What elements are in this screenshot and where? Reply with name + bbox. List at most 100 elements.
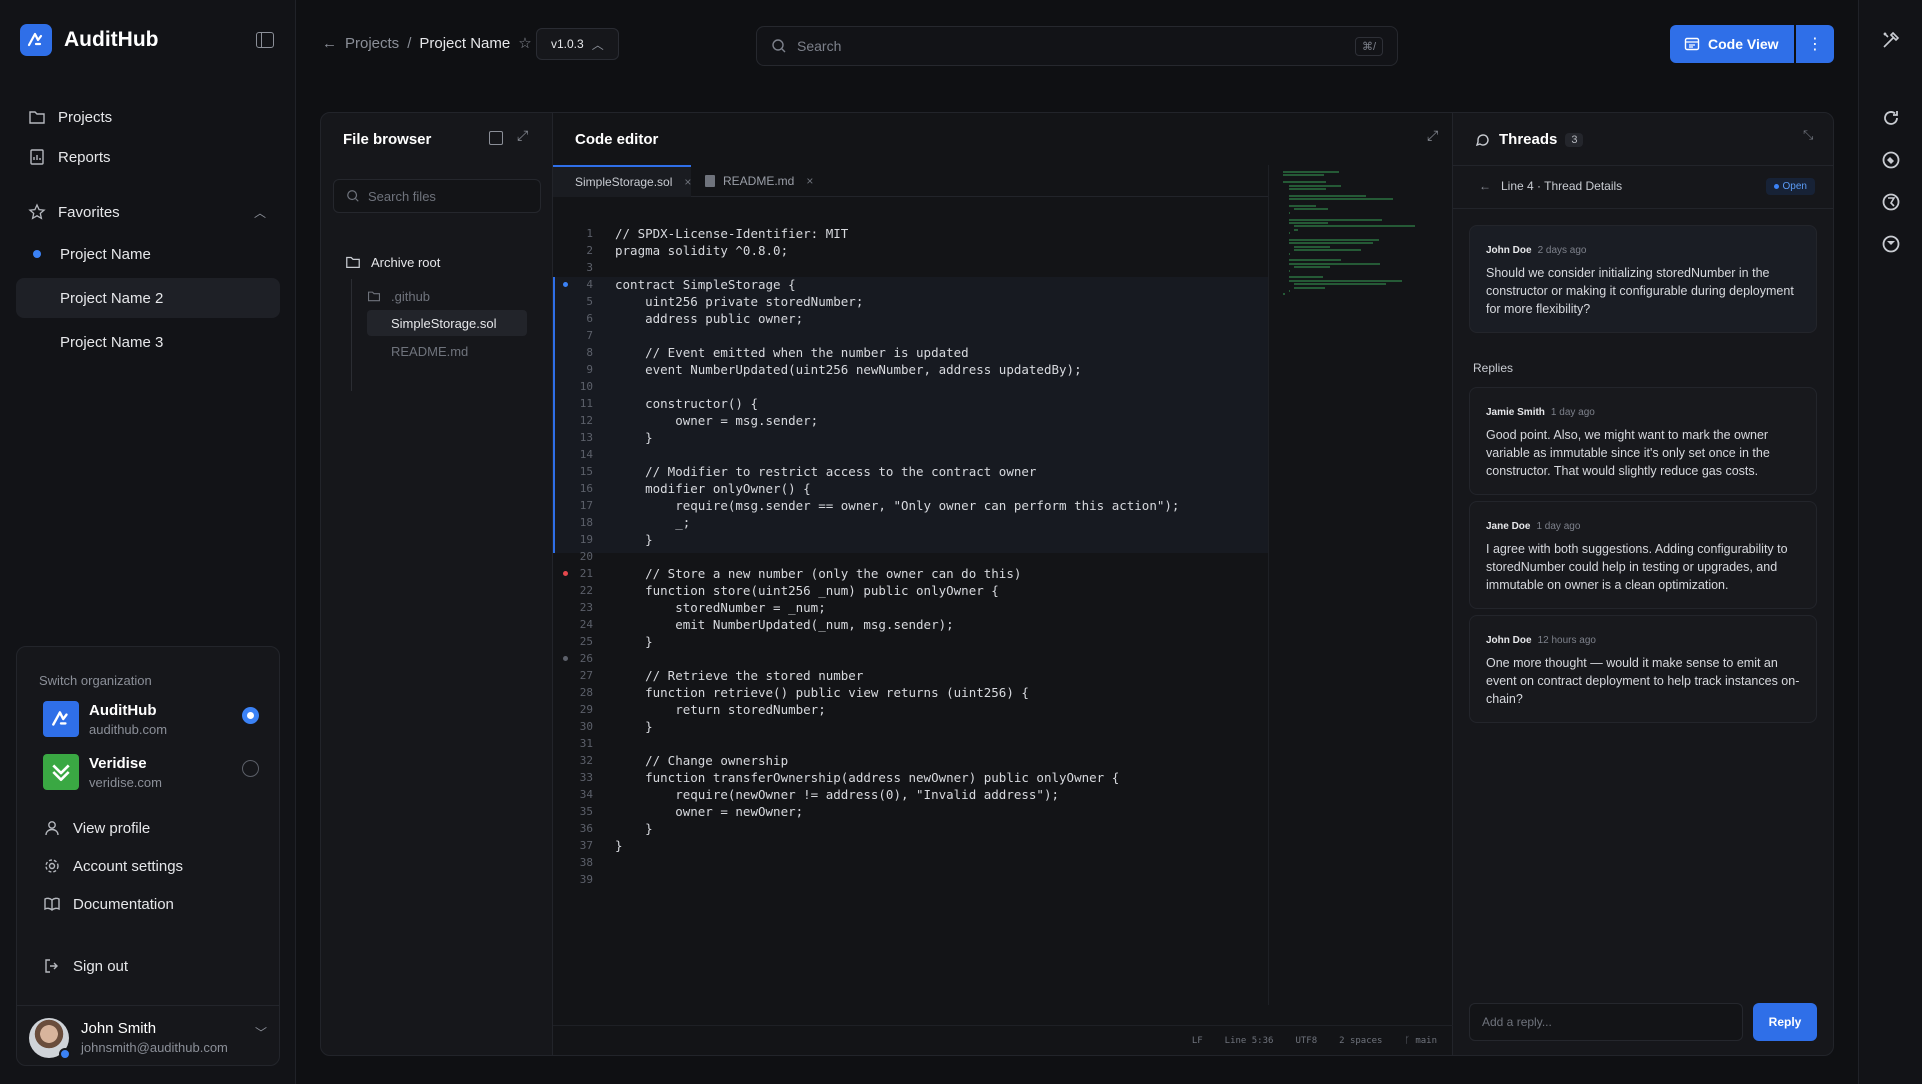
code-line[interactable]: 13 } xyxy=(553,429,1268,446)
message-time: 12 hours ago xyxy=(1537,635,1596,646)
code-line[interactable]: 20 xyxy=(553,548,1268,565)
code-line[interactable]: 2 pragma solidity ^0.8.0; xyxy=(553,242,1268,259)
line-text: } xyxy=(615,532,653,547)
code-line[interactable]: 25 } xyxy=(553,633,1268,650)
account-settings-link[interactable]: Account settings xyxy=(43,857,183,875)
breadcrumb-parent[interactable]: Projects xyxy=(345,35,399,52)
refresh-icon[interactable] xyxy=(1879,106,1903,130)
sign-out-link[interactable]: Sign out xyxy=(43,957,128,975)
line-number: 14 xyxy=(579,448,593,461)
tree-item-github[interactable]: .github xyxy=(367,283,527,309)
star-icon[interactable]: ☆ xyxy=(518,34,531,52)
favorite-project-2[interactable]: Project Name 2 xyxy=(16,278,280,318)
tree-item-simplestorage[interactable]: SimpleStorage.sol xyxy=(367,310,527,336)
maximize-icon[interactable]: ⤢ xyxy=(1427,127,1438,144)
more-options-icon[interactable]: ⋮ xyxy=(1796,25,1834,63)
line-number: 15 xyxy=(579,465,593,478)
search-icon xyxy=(347,190,359,202)
user-account-row[interactable]: John Smith johnsmith@audithub.com ﹀ xyxy=(17,1005,279,1065)
code-line[interactable]: 15 // Modifier to restrict access to the… xyxy=(553,463,1268,480)
threads-icon xyxy=(1475,133,1489,146)
tools-icon[interactable] xyxy=(1879,28,1903,52)
code-line[interactable]: 21 // Store a new number (only the owner… xyxy=(553,565,1268,582)
code-line[interactable]: 31 xyxy=(553,735,1268,752)
file-search-input[interactable]: Search files xyxy=(333,179,541,213)
code-line[interactable]: 29 return storedNumber; xyxy=(553,701,1268,718)
globe-icon[interactable] xyxy=(1879,190,1903,214)
org-radio-selected[interactable] xyxy=(242,707,259,724)
sidebar-toggle-icon[interactable] xyxy=(256,32,274,48)
code-line[interactable]: 39 xyxy=(553,871,1268,888)
code-line[interactable]: 18 _; xyxy=(553,514,1268,531)
shield-icon[interactable] xyxy=(1879,148,1903,172)
code-line[interactable]: 6 address public owner; xyxy=(553,310,1268,327)
code-line[interactable]: 8 // Event emitted when the number is up… xyxy=(553,344,1268,361)
message-author: John Doe xyxy=(1486,635,1532,646)
code-line[interactable]: 30 } xyxy=(553,718,1268,735)
minimize-icon[interactable]: ⤡ xyxy=(1803,127,1813,143)
code-line[interactable]: 19 } xyxy=(553,531,1268,548)
code-line[interactable]: 37} xyxy=(553,837,1268,854)
code-line[interactable]: 12 owner = msg.sender; xyxy=(553,412,1268,429)
global-search[interactable]: Search ⌘/ xyxy=(756,26,1398,66)
code-line[interactable]: 10 xyxy=(553,378,1268,395)
close-icon[interactable]: × xyxy=(806,174,813,188)
code-line[interactable]: 7 xyxy=(553,327,1268,344)
org-audithub[interactable]: AuditHub audithub.com xyxy=(43,701,259,737)
tab-readme[interactable]: README.md × xyxy=(691,165,827,197)
code-line[interactable]: 26 xyxy=(553,650,1268,667)
arrow-left-icon[interactable]: ← xyxy=(322,35,337,52)
gear-icon xyxy=(45,859,59,873)
code-line[interactable]: 34 require(newOwner != address(0), "Inva… xyxy=(553,786,1268,803)
tree-item-label: README.md xyxy=(391,343,469,359)
code-line[interactable]: 11 constructor() { xyxy=(553,395,1268,412)
minimap-line xyxy=(1288,222,1329,224)
code-line[interactable]: 17 require(msg.sender == owner, "Only ow… xyxy=(553,497,1268,514)
new-file-icon[interactable] xyxy=(489,131,503,145)
code-line[interactable]: 23 storedNumber = _num; xyxy=(553,599,1268,616)
code-line[interactable]: 14 xyxy=(553,446,1268,463)
line-number: 36 xyxy=(579,822,593,835)
code-view-button[interactable]: Code View xyxy=(1670,25,1794,63)
code-line[interactable]: 35 owner = newOwner; xyxy=(553,803,1268,820)
code-line[interactable]: 22 function store(uint256 _num) public o… xyxy=(553,582,1268,599)
code-line[interactable]: 27 // Retrieve the stored number xyxy=(553,667,1268,684)
chevron-up-icon[interactable]: ︿ xyxy=(254,204,266,221)
code-line[interactable]: 9 event NumberUpdated(uint256 newNumber,… xyxy=(553,361,1268,378)
view-profile-link[interactable]: View profile xyxy=(43,819,150,837)
code-line[interactable]: 28 function retrieve() public view retur… xyxy=(553,684,1268,701)
code-line[interactable]: 24 emit NumberUpdated(_num, msg.sender); xyxy=(553,616,1268,633)
tab-simplestorage[interactable]: SimpleStorage.sol × xyxy=(553,165,691,197)
code-line[interactable]: 4 contract SimpleStorage { xyxy=(553,276,1268,293)
badge-icon[interactable] xyxy=(1879,232,1903,256)
code-line[interactable]: 5 uint256 private storedNumber; xyxy=(553,293,1268,310)
arrow-left-icon[interactable]: ← xyxy=(1479,179,1491,193)
line-number: 22 xyxy=(579,584,593,597)
app-logo[interactable]: AuditHub xyxy=(20,24,158,56)
breadcrumb: ← Projects / Project Name ☆ xyxy=(322,34,532,53)
code-line[interactable]: 33 function transferOwnership(address ne… xyxy=(553,769,1268,786)
code-line[interactable]: 38 xyxy=(553,854,1268,871)
tree-item-readme[interactable]: README.md xyxy=(367,338,527,364)
favorite-project-3[interactable]: Project Name 3 xyxy=(16,322,280,362)
version-selector[interactable]: v1.0.3 ︿ xyxy=(536,28,619,60)
chevron-down-icon[interactable]: ﹀ xyxy=(255,1024,267,1041)
expand-icon[interactable]: ⤢ xyxy=(517,127,528,144)
code-line[interactable]: 32 // Change ownership xyxy=(553,752,1268,769)
reply-input[interactable]: Add a reply... xyxy=(1469,1003,1743,1041)
code-line[interactable]: 3 xyxy=(553,259,1268,276)
tree-root[interactable]: Archive root xyxy=(345,254,440,270)
line-text: } xyxy=(615,821,653,836)
org-veridise[interactable]: Veridise veridise.com xyxy=(43,754,259,790)
org-radio[interactable] xyxy=(242,760,259,777)
favorites-header[interactable]: Favorites ︿ xyxy=(28,203,266,221)
favorite-project-1[interactable]: Project Name xyxy=(16,234,280,274)
sidebar-item-projects[interactable]: Projects xyxy=(28,108,112,126)
code-line[interactable]: 36 } xyxy=(553,820,1268,837)
code-line[interactable]: 1 // SPDX-License-Identifier: MIT xyxy=(553,225,1268,242)
code-line[interactable]: 16 modifier onlyOwner() { xyxy=(553,480,1268,497)
minimap[interactable] xyxy=(1268,165,1453,1005)
reply-button[interactable]: Reply xyxy=(1753,1003,1817,1041)
documentation-link[interactable]: Documentation xyxy=(43,895,174,913)
sidebar-item-reports[interactable]: Reports xyxy=(28,148,111,166)
